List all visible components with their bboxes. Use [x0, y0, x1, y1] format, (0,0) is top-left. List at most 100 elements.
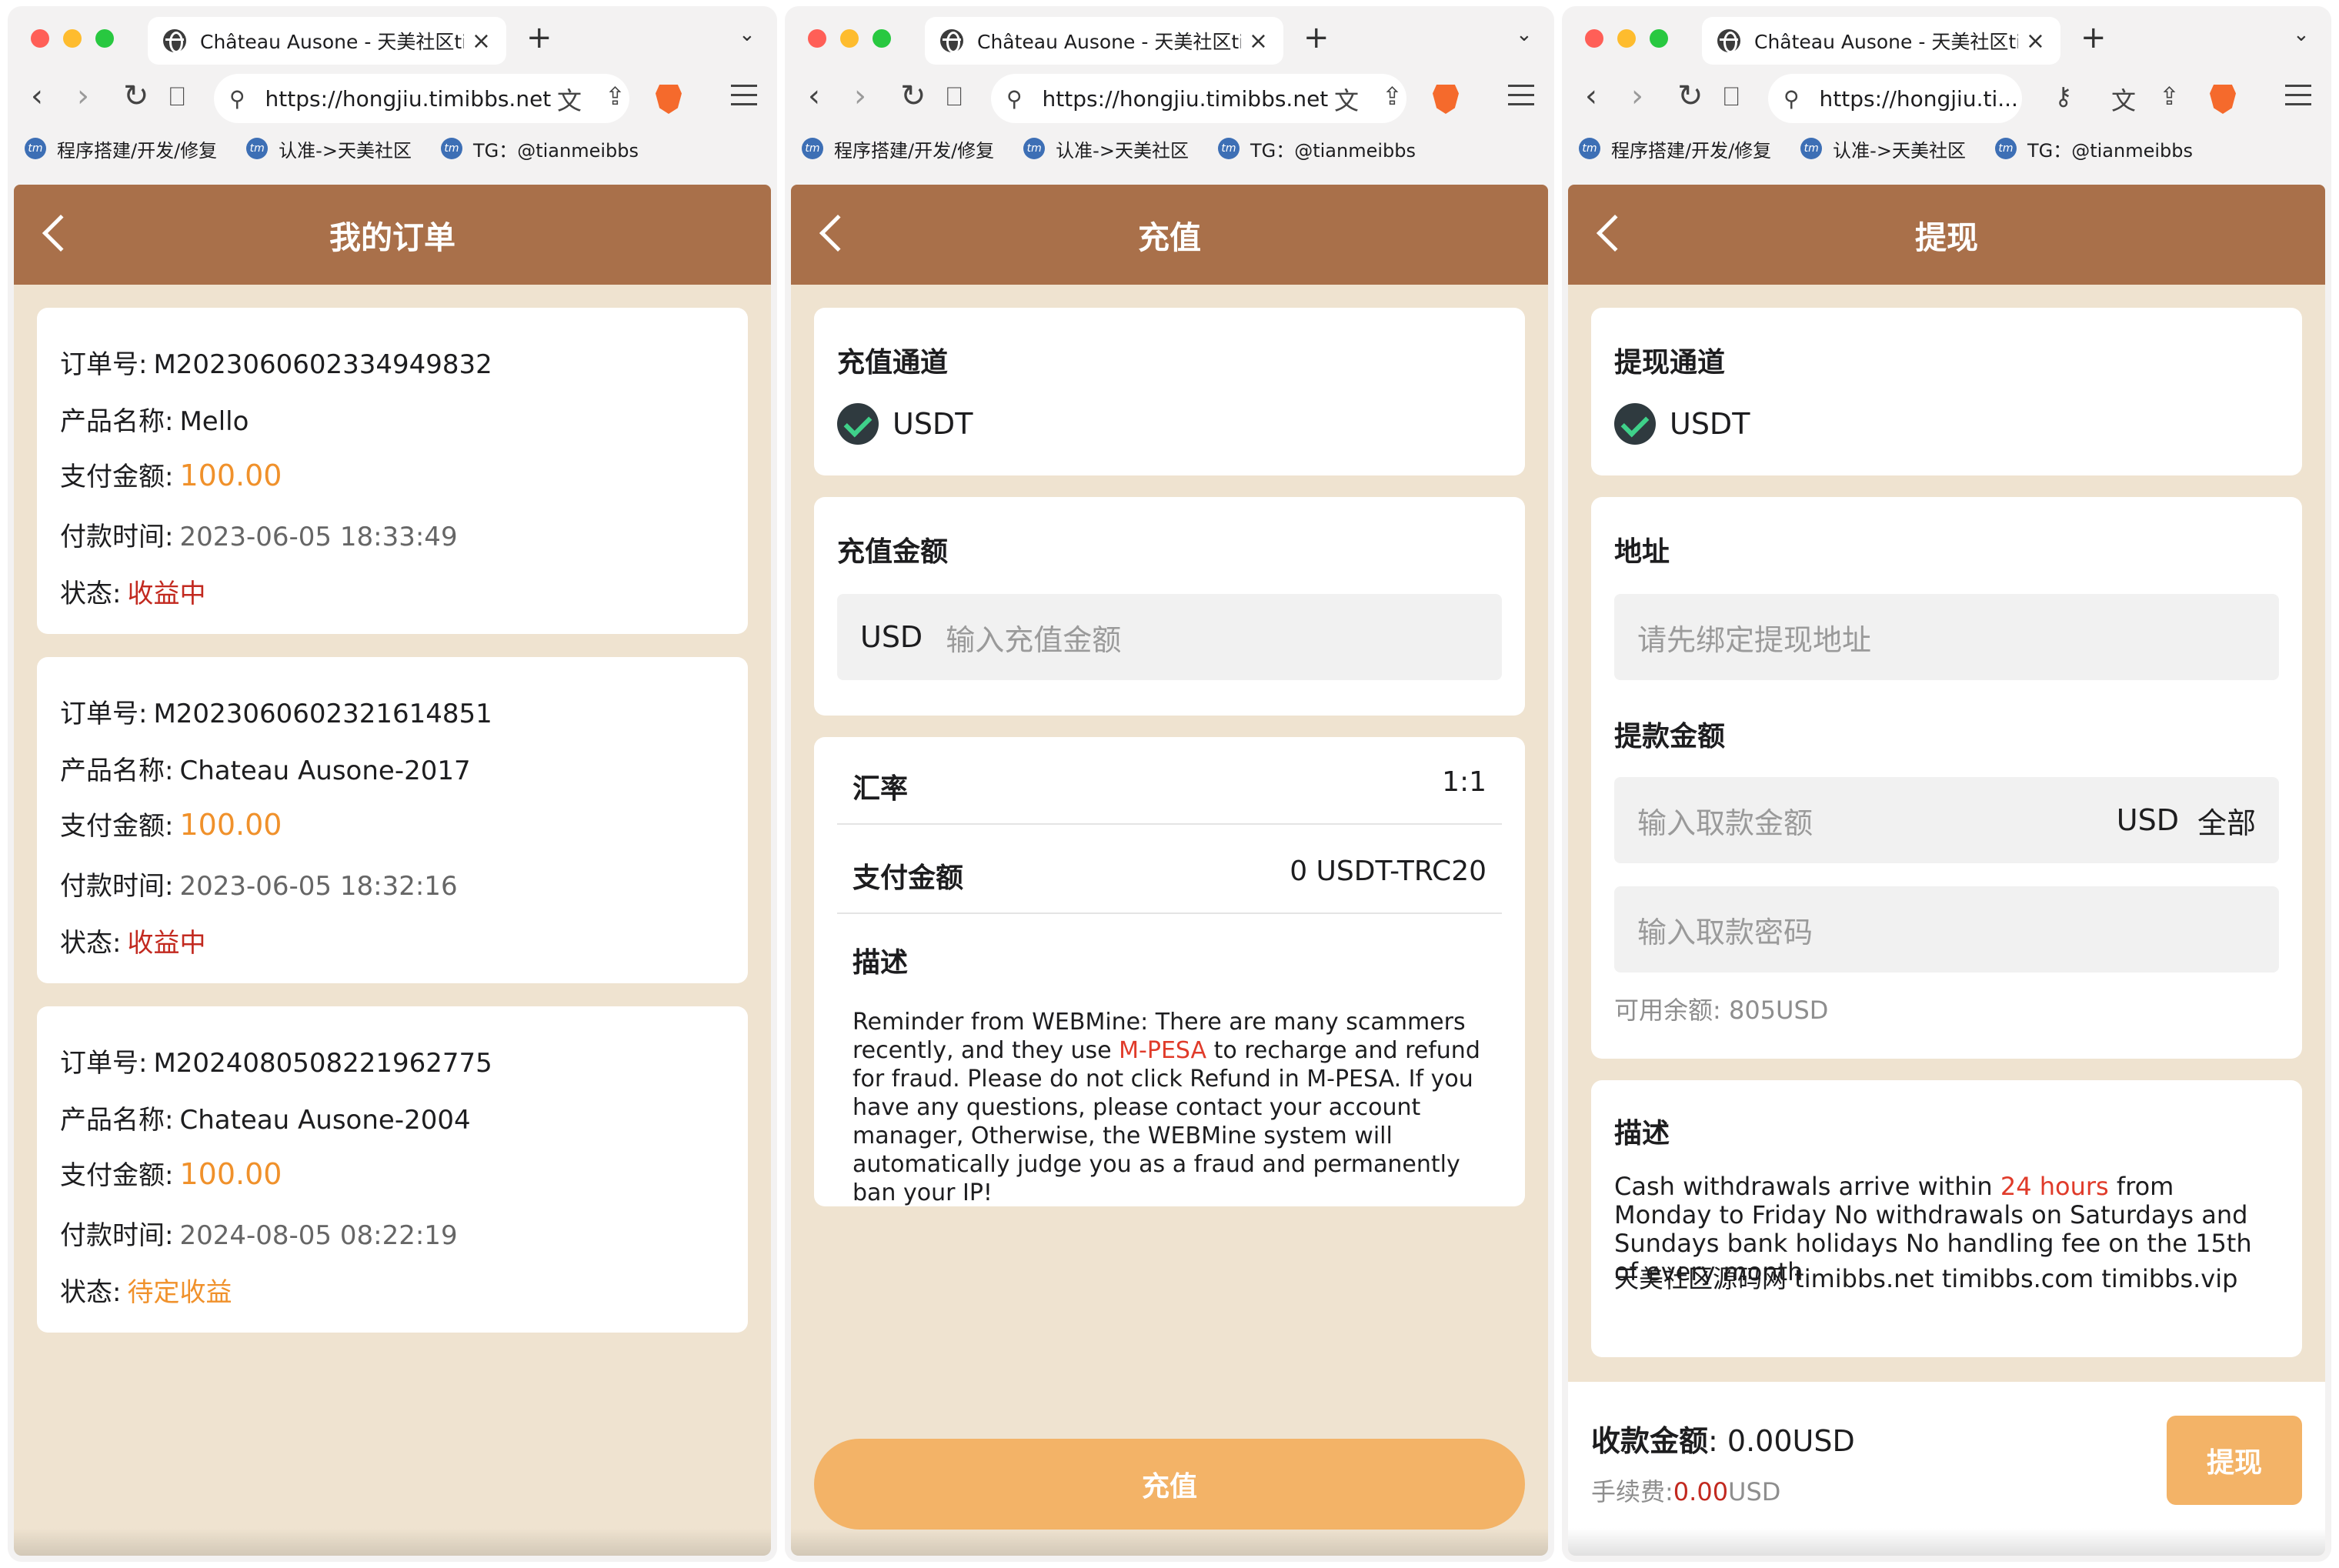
share-icon[interactable]: ⇪	[2159, 82, 2180, 111]
order-card[interactable]: 订单号: M2024080508221962775 产品名称: Chateau Au…	[37, 1006, 748, 1333]
url-text: https://hongjiu.timibbs.net	[265, 85, 552, 112]
site-settings-icon[interactable]: ⚲	[229, 86, 245, 112]
chevron-down-icon[interactable]: ⌄	[2293, 23, 2310, 46]
withdraw-all-button[interactable]: 全部	[2197, 799, 2256, 842]
bookmark-icon[interactable]: ⎕	[946, 82, 962, 112]
reload-icon[interactable]: ↻	[123, 78, 149, 114]
close-window-button[interactable]	[31, 29, 49, 48]
withdraw-amount-input[interactable]: 输入取款金额 USD 全部	[1614, 777, 2279, 863]
description-card: 描述 Cash withdrawals arrive within 24 hou…	[1591, 1080, 2302, 1357]
minimize-window-button[interactable]	[1617, 29, 1636, 48]
translate-icon[interactable]: 文	[2111, 82, 2136, 117]
share-icon[interactable]: ⇪	[1382, 82, 1403, 111]
channel-option-usdt[interactable]: USDT	[837, 403, 973, 445]
withdraw-page: 提现 提现通道 USDT 地址 请先绑定提现地址 提款金额 输入取款金额 USD…	[1568, 185, 2325, 1556]
bookmark-site-icon: tm	[25, 138, 46, 159]
new-tab-icon[interactable]: +	[526, 20, 552, 55]
chevron-down-icon[interactable]: ⌄	[1516, 23, 1533, 46]
amount-title: 充值金额	[837, 536, 949, 568]
minimize-window-button[interactable]	[840, 29, 859, 48]
tab-close-icon[interactable]: ×	[472, 28, 491, 55]
hamburger-icon[interactable]	[731, 85, 757, 112]
currency-label: USD	[860, 620, 923, 654]
site-settings-icon[interactable]: ⚲	[1783, 86, 1800, 112]
withdraw-address-input[interactable]: 请先绑定提现地址	[1614, 594, 2279, 680]
translate-icon[interactable]: 文	[1334, 82, 1359, 117]
recharge-amount-input[interactable]: USD 输入充值金额	[837, 594, 1502, 680]
pay-amount-row: 支付金额 0 USDT-TRC20	[853, 856, 1486, 894]
close-window-button[interactable]	[808, 29, 826, 48]
order-card[interactable]: 订单号: M2023060602334949832 产品名称: Mello 支付金额…	[37, 308, 748, 634]
hamburger-icon[interactable]	[2285, 85, 2311, 112]
recharge-button[interactable]: 充值	[814, 1439, 1525, 1530]
bookmark-item[interactable]: tm 认准->天美社区	[1800, 135, 1966, 162]
browser-tab[interactable]: Château Ausone - 天美社区timibbs ×	[148, 17, 506, 65]
bookmark-site-icon: tm	[1023, 138, 1046, 159]
tab-title: Château Ausone - 天美社区timibbs	[1754, 31, 2018, 53]
new-tab-icon[interactable]: +	[2080, 20, 2107, 55]
brave-lion-icon[interactable]	[2210, 85, 2236, 114]
brave-lion-icon[interactable]	[656, 85, 682, 114]
desc-title: 描述	[1614, 1118, 1670, 1149]
channel-label: USDT	[893, 407, 973, 441]
tab-close-icon[interactable]: ×	[1249, 28, 1268, 55]
bookmark-item[interactable]: tm 认准->天美社区	[246, 135, 412, 162]
bookmark-icon[interactable]: ⎕	[1723, 82, 1739, 112]
bookmark-site-icon: tm	[802, 138, 823, 159]
browser-tab[interactable]: Château Ausone - 天美社区timibbs ×	[1702, 17, 2060, 65]
maximize-window-button[interactable]	[873, 29, 891, 48]
maximize-window-button[interactable]	[95, 29, 114, 48]
recharge-page: 充值 充值通道 USDT 充值金额 USD 输入充值金额 汇率 1:1 支付金额 0…	[791, 185, 1548, 1556]
site-settings-icon[interactable]: ⚲	[1006, 86, 1023, 112]
reload-icon[interactable]: ↻	[1677, 78, 1703, 114]
minimize-window-button[interactable]	[63, 29, 82, 48]
check-circle-icon	[837, 403, 879, 445]
new-tab-icon[interactable]: +	[1303, 20, 1330, 55]
bookmark-icon[interactable]: ⎕	[169, 82, 185, 112]
bookmark-site-icon: tm	[1579, 138, 1600, 159]
order-card[interactable]: 订单号: M2023060602321614851 产品名称: Chateau Au…	[37, 657, 748, 983]
channel-card: 提现通道 USDT	[1591, 308, 2302, 475]
share-icon[interactable]: ⇪	[605, 82, 626, 111]
bookmark-item[interactable]: tm 认准->天美社区	[1023, 135, 1189, 162]
back-arrow-icon[interactable]	[819, 214, 857, 252]
tab-close-icon[interactable]: ×	[2026, 28, 2045, 55]
hamburger-icon[interactable]	[1508, 85, 1534, 112]
channel-title: 充值通道	[837, 347, 949, 379]
receive-amount: 收款金额: 0.00USD	[1591, 1424, 1855, 1458]
back-arrow-icon[interactable]	[1596, 214, 1634, 252]
address-field[interactable]: ⚲ https://hongjiu.ti...	[1768, 74, 2022, 123]
withdraw-button[interactable]: 提现	[2167, 1416, 2302, 1505]
bookmark-item[interactable]: tm 程序搭建/开发/修复	[802, 135, 994, 162]
order-number: 订单号: M2023060602321614851	[60, 699, 492, 729]
forward-icon[interactable]: ›	[1631, 78, 1643, 114]
back-arrow-icon[interactable]	[42, 214, 80, 252]
channel-title: 提现通道	[1614, 347, 1726, 379]
back-icon[interactable]: ‹	[808, 78, 820, 114]
reload-icon[interactable]: ↻	[900, 78, 926, 114]
product-name: 产品名称: Chateau Ausone-2004	[60, 1105, 471, 1136]
brave-lion-icon[interactable]	[1433, 85, 1459, 114]
translate-icon[interactable]: 文	[557, 82, 582, 117]
bookmark-item[interactable]: tm 程序搭建/开发/修复	[1579, 135, 1771, 162]
back-icon[interactable]: ‹	[31, 78, 43, 114]
bookmark-item[interactable]: tm 程序搭建/开发/修复	[25, 135, 217, 162]
back-icon[interactable]: ‹	[1585, 78, 1597, 114]
forward-icon[interactable]: ›	[854, 78, 866, 114]
close-window-button[interactable]	[1585, 29, 1603, 48]
withdraw-password-input[interactable]: 输入取款密码	[1614, 886, 2279, 972]
bookmark-item[interactable]: tm TG：@tianmeibbs	[440, 135, 639, 162]
channel-option-usdt[interactable]: USDT	[1614, 403, 1750, 445]
pay-time: 付款时间: 2024-08-05 08:22:19	[60, 1220, 458, 1251]
window-controls	[808, 29, 891, 48]
maximize-window-button[interactable]	[1650, 29, 1668, 48]
currency-label: USD	[2116, 803, 2179, 837]
page-header: 充值	[791, 185, 1548, 285]
browser-tab[interactable]: Château Ausone - 天美社区timibbs ×	[925, 17, 1283, 65]
browser-window-orders: Château Ausone - 天美社区timibbs × + ⌄ ‹ › ↻…	[8, 6, 777, 1562]
bookmark-item[interactable]: tm TG：@tianmeibbs	[1994, 135, 2193, 162]
key-icon[interactable]: ⚷	[2054, 82, 2072, 111]
forward-icon[interactable]: ›	[77, 78, 89, 114]
chevron-down-icon[interactable]: ⌄	[739, 23, 756, 46]
bookmark-item[interactable]: tm TG：@tianmeibbs	[1217, 135, 1416, 162]
